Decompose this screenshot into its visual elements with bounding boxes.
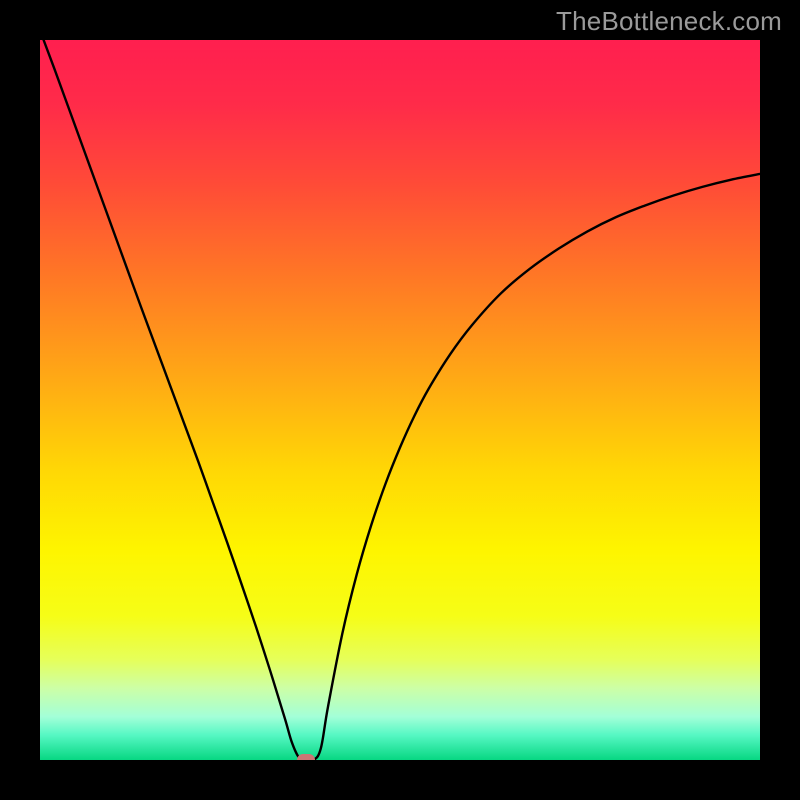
bottleneck-chart-svg [40, 40, 760, 760]
watermark-text: TheBottleneck.com [556, 6, 782, 37]
gradient-background [40, 40, 760, 760]
plot-area [40, 40, 760, 760]
min-point-marker [297, 754, 315, 760]
chart-frame: TheBottleneck.com [0, 0, 800, 800]
